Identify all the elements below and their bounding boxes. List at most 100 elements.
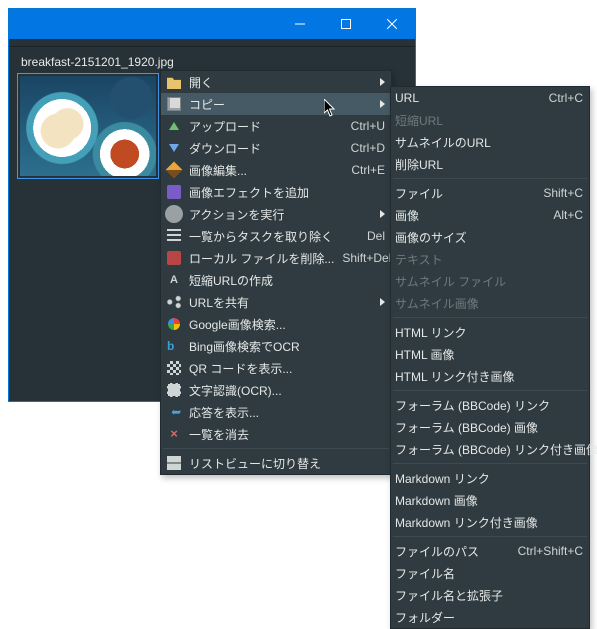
submenu-md-linked[interactable]: Markdown リンク付き画像: [391, 511, 589, 533]
folder-icon: [165, 74, 183, 90]
ocr-icon: [165, 382, 183, 398]
qr-icon: [165, 360, 183, 376]
copy-submenu: URL Ctrl+C 短縮URL サムネイルのURL 削除URL ファイル Sh…: [390, 86, 590, 629]
menu-remove-task[interactable]: 一覧からタスクを取り除く Del: [161, 225, 391, 247]
menu-shortcut: Ctrl+C: [549, 91, 583, 105]
menu-copy[interactable]: コピー: [161, 93, 391, 115]
menu-clear-list[interactable]: × 一覧を消去: [161, 423, 391, 445]
gear-icon: [165, 206, 183, 222]
menu-open[interactable]: 開く: [161, 71, 391, 93]
toolbar: [9, 39, 415, 47]
menu-label: ファイル名: [395, 565, 583, 582]
menu-label: フォーラム (BBCode) リンク: [395, 397, 583, 414]
menu-shortcut: Del: [367, 229, 385, 243]
menu-label: ローカル ファイルを削除...: [189, 250, 334, 267]
menu-ocr[interactable]: 文字認識(OCR)...: [161, 379, 391, 401]
close-button[interactable]: [369, 9, 415, 39]
edit-icon: [165, 162, 183, 178]
submenu-md-image[interactable]: Markdown 画像: [391, 489, 589, 511]
submenu-file-name-ext[interactable]: ファイル名と拡張子: [391, 584, 589, 606]
submenu-url[interactable]: URL Ctrl+C: [391, 87, 589, 109]
submenu-bbcode-link[interactable]: フォーラム (BBCode) リンク: [391, 394, 589, 416]
menu-bing-ocr[interactable]: b Bing画像検索でOCR: [161, 335, 391, 357]
submenu-del-url[interactable]: 削除URL: [391, 153, 589, 175]
menu-label: URLを共有: [189, 294, 372, 311]
listview-icon: [165, 455, 183, 471]
menu-share-url[interactable]: URLを共有: [161, 291, 391, 313]
menu-delete-local[interactable]: ローカル ファイルを削除... Shift+Del: [161, 247, 391, 269]
submenu-arrow-icon: [380, 100, 385, 108]
menu-shortcut: Ctrl+D: [351, 141, 385, 155]
submenu-folder[interactable]: フォルダー: [391, 606, 589, 628]
menu-label: HTML リンク付き画像: [395, 368, 583, 385]
minimize-button[interactable]: [277, 9, 323, 39]
submenu-short-url: 短縮URL: [391, 109, 589, 131]
menu-label: Bing画像検索でOCR: [189, 338, 385, 355]
menu-label: 削除URL: [395, 156, 583, 173]
menu-label: フォーラム (BBCode) リンク付き画像: [395, 441, 597, 458]
disk-icon: [165, 250, 183, 266]
reply-icon: ➥: [165, 404, 183, 420]
download-icon: [165, 140, 183, 156]
menu-label: フォーラム (BBCode) 画像: [395, 419, 583, 436]
menu-edit-image[interactable]: 画像編集... Ctrl+E: [161, 159, 391, 181]
menu-shortcut: Shift+C: [543, 186, 583, 200]
thumbnail-image: [20, 76, 156, 176]
submenu-md-link[interactable]: Markdown リンク: [391, 467, 589, 489]
menu-separator: [393, 178, 587, 179]
submenu-arrow-icon: [380, 78, 385, 86]
submenu-html-image[interactable]: HTML 画像: [391, 343, 589, 365]
submenu-file[interactable]: ファイル Shift+C: [391, 182, 589, 204]
menu-label: Markdown リンク付き画像: [395, 514, 583, 531]
upload-icon: [165, 118, 183, 134]
menu-label: URL: [395, 91, 541, 105]
maximize-button[interactable]: [323, 9, 369, 39]
menu-shortcut: Shift+Del: [342, 251, 391, 265]
submenu-image-size[interactable]: 画像のサイズ: [391, 226, 589, 248]
submenu-file-name[interactable]: ファイル名: [391, 562, 589, 584]
submenu-thumb-url[interactable]: サムネイルのURL: [391, 131, 589, 153]
menu-effects[interactable]: 画像エフェクトを追加: [161, 181, 391, 203]
submenu-bbcode-image[interactable]: フォーラム (BBCode) 画像: [391, 416, 589, 438]
menu-label: アップロード: [189, 118, 343, 135]
menu-label: ファイル名と拡張子: [395, 587, 583, 604]
menu-label: HTML リンク: [395, 324, 583, 341]
menu-separator: [393, 463, 587, 464]
submenu-file-path[interactable]: ファイルのパス Ctrl+Shift+C: [391, 540, 589, 562]
menu-download[interactable]: ダウンロード Ctrl+D: [161, 137, 391, 159]
menu-label: 一覧を消去: [189, 426, 385, 443]
thumbnail-item[interactable]: [17, 73, 159, 179]
submenu-html-linked[interactable]: HTML リンク付き画像: [391, 365, 589, 387]
menu-google-search[interactable]: Google画像検索...: [161, 313, 391, 335]
submenu-thumb-image: サムネイル画像: [391, 292, 589, 314]
submenu-image[interactable]: 画像 Alt+C: [391, 204, 589, 226]
menu-actions[interactable]: アクションを実行: [161, 203, 391, 225]
menu-label: フォルダー: [395, 609, 583, 626]
menu-label: QR コードを表示...: [189, 360, 385, 377]
submenu-html-link[interactable]: HTML リンク: [391, 321, 589, 343]
menu-label: 画像編集...: [189, 162, 343, 179]
submenu-arrow-icon: [380, 298, 385, 306]
menu-short-url[interactable]: A 短縮URLの作成: [161, 269, 391, 291]
submenu-text: テキスト: [391, 248, 589, 270]
menu-label: Markdown 画像: [395, 492, 583, 509]
share-icon: [165, 294, 183, 310]
menu-response[interactable]: ➥ 応答を表示...: [161, 401, 391, 423]
menu-label: 開く: [189, 74, 372, 91]
menu-shortcut: Ctrl+U: [351, 119, 385, 133]
menu-label: サムネイル画像: [395, 295, 583, 312]
menu-label: テキスト: [395, 251, 583, 268]
menu-label: ファイル: [395, 185, 535, 202]
menu-shortcut: Alt+C: [553, 208, 583, 222]
titlebar: [9, 9, 415, 39]
menu-label: 文字認識(OCR)...: [189, 382, 385, 399]
menu-upload[interactable]: アップロード Ctrl+U: [161, 115, 391, 137]
list-icon: [165, 228, 183, 244]
menu-label: アクションを実行: [189, 206, 372, 223]
menu-listview[interactable]: リストビューに切り替え: [161, 452, 391, 474]
menu-label: コピー: [189, 96, 372, 113]
menu-label: 短縮URL: [395, 112, 583, 129]
menu-label: ファイルのパス: [395, 543, 510, 560]
menu-qr-code[interactable]: QR コードを表示...: [161, 357, 391, 379]
submenu-bbcode-linked[interactable]: フォーラム (BBCode) リンク付き画像: [391, 438, 589, 460]
